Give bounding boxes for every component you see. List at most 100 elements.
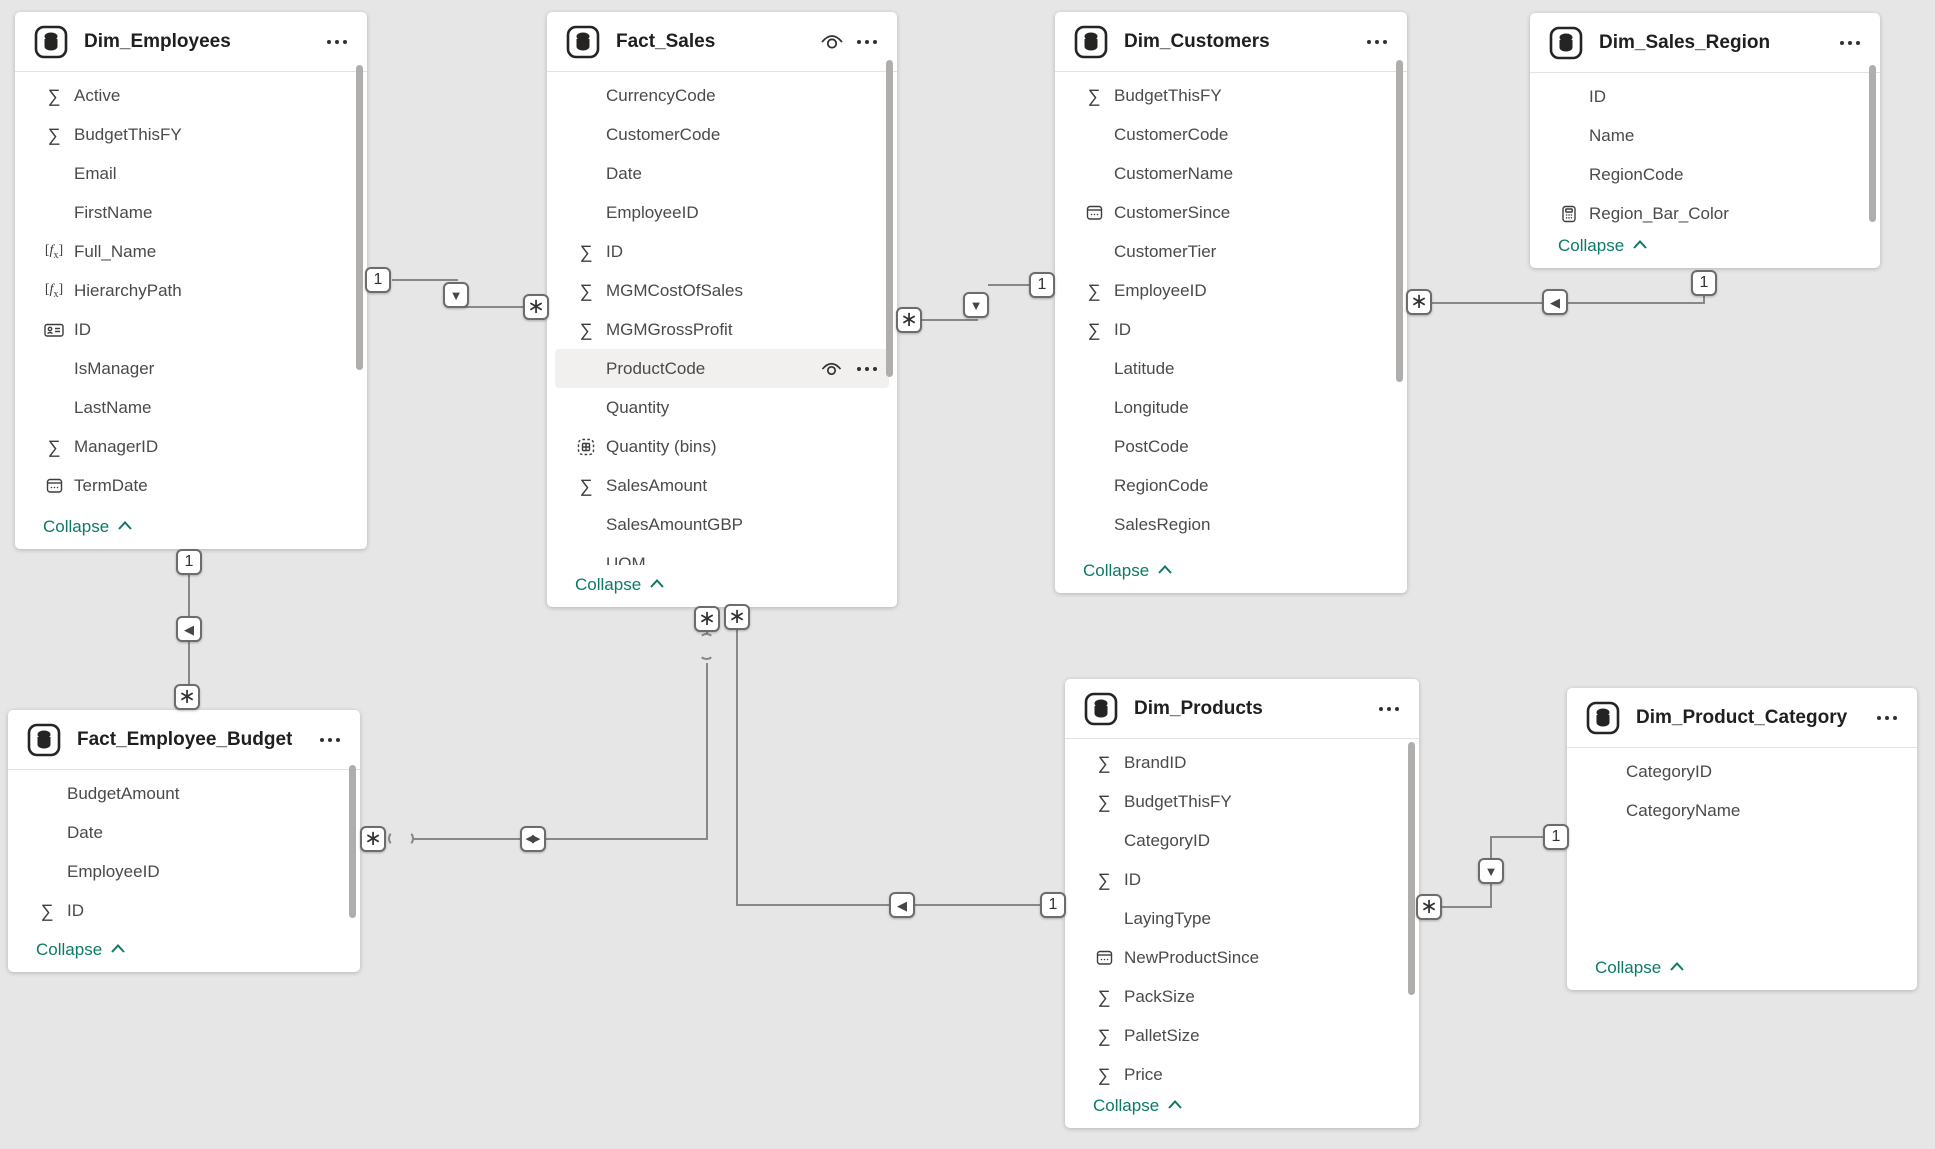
field-row[interactable]: RegionCode xyxy=(1530,155,1880,194)
table-header[interactable]: Dim_Customers xyxy=(1055,12,1407,72)
field-row[interactable]: ∑BudgetThisFY xyxy=(15,115,367,154)
relationship-line[interactable] xyxy=(413,838,708,840)
field-row[interactable]: ∑ID xyxy=(547,232,897,271)
field-row[interactable]: IsManager xyxy=(15,349,367,388)
cardinality-one[interactable]: 1 xyxy=(365,267,391,293)
field-row[interactable]: ∑ID xyxy=(1065,860,1419,899)
scrollbar-thumb[interactable] xyxy=(349,765,356,918)
cardinality-one[interactable]: 1 xyxy=(1543,824,1569,850)
table-card-dim-customers[interactable]: Dim_Customers ∑BudgetThisFYCustomerCodeC… xyxy=(1055,12,1407,593)
collapse-link[interactable]: Collapse xyxy=(1093,1092,1183,1120)
field-row[interactable]: Name xyxy=(1530,116,1880,155)
table-card-fact-sales[interactable]: Fact_Sales CurrencyCodeCustomerCodeDateE… xyxy=(547,12,897,607)
field-row[interactable]: CategoryID xyxy=(1065,821,1419,860)
scrollbar-thumb[interactable] xyxy=(886,60,893,377)
filter-direction-arrow[interactable]: ◀ xyxy=(889,892,915,918)
field-row[interactable]: LastName xyxy=(15,388,367,427)
cardinality-many[interactable]: ∗ xyxy=(174,684,200,710)
cardinality-many[interactable]: ∗ xyxy=(360,826,386,852)
field-row[interactable]: BudgetAmount xyxy=(8,774,360,813)
relationship-line[interactable] xyxy=(921,319,978,321)
cardinality-many[interactable]: ∗ xyxy=(724,604,750,630)
hidden-eye-icon[interactable] xyxy=(815,33,849,51)
field-row[interactable]: CurrencyCode xyxy=(547,76,897,115)
field-row[interactable]: ∑EmployeeID xyxy=(1055,271,1407,310)
field-row[interactable]: ∑BudgetThisFY xyxy=(1055,76,1407,115)
relationship-line[interactable] xyxy=(988,284,1030,286)
field-menu-icon[interactable] xyxy=(855,361,879,377)
table-menu-icon[interactable] xyxy=(318,732,342,748)
collapse-link[interactable]: Collapse xyxy=(43,513,133,541)
field-row[interactable]: ∑ID xyxy=(1055,310,1407,349)
field-row[interactable]: EmployeeID xyxy=(547,193,897,232)
field-row[interactable]: ∑ID xyxy=(8,891,360,930)
filter-direction-arrow[interactable]: ▼ xyxy=(963,292,989,318)
field-row[interactable]: CategoryID xyxy=(1567,752,1917,791)
field-row[interactable]: UOM xyxy=(547,544,897,565)
field-row[interactable]: ∑ManagerID xyxy=(15,427,367,466)
field-row[interactable]: PostCode xyxy=(1055,427,1407,466)
table-menu-icon[interactable] xyxy=(1377,701,1401,717)
field-row[interactable]: CustomerName xyxy=(1055,154,1407,193)
cardinality-many[interactable]: ∗ xyxy=(1416,894,1442,920)
cardinality-one[interactable]: 1 xyxy=(1029,272,1055,298)
collapse-link[interactable]: Collapse xyxy=(575,571,665,599)
cardinality-one[interactable]: 1 xyxy=(1691,270,1717,296)
table-menu-icon[interactable] xyxy=(855,34,879,50)
table-header[interactable]: Dim_Product_Category xyxy=(1567,688,1917,748)
table-header[interactable]: Fact_Employee_Budget xyxy=(8,710,360,770)
cardinality-one[interactable]: 1 xyxy=(176,549,202,575)
table-header[interactable]: Dim_Sales_Region xyxy=(1530,13,1880,73)
field-row[interactable]: TermDate xyxy=(15,466,367,505)
field-row[interactable]: RegionCode xyxy=(1055,466,1407,505)
field-row[interactable]: ProductCode xyxy=(555,349,889,388)
table-header[interactable]: Dim_Employees xyxy=(15,12,367,72)
filter-direction-arrow[interactable]: ◀ xyxy=(1542,289,1568,315)
field-row[interactable]: Longitude xyxy=(1055,388,1407,427)
field-row[interactable]: Quantity (bins) xyxy=(547,427,897,466)
table-card-fact-employee-budget[interactable]: Fact_Employee_Budget BudgetAmountDateEmp… xyxy=(8,710,360,972)
field-row[interactable]: SalesRegion xyxy=(1055,505,1407,544)
field-row[interactable]: CustomerSince xyxy=(1055,193,1407,232)
cardinality-many[interactable]: ∗ xyxy=(694,606,720,632)
collapse-link[interactable]: Collapse xyxy=(1595,954,1685,982)
field-row[interactable]: CustomerTier xyxy=(1055,232,1407,271)
collapse-link[interactable]: Collapse xyxy=(1558,232,1648,260)
field-row[interactable]: ID xyxy=(1530,77,1880,116)
field-row[interactable]: ∑MGMCostOfSales xyxy=(547,271,897,310)
field-row[interactable]: ID xyxy=(15,310,367,349)
table-header[interactable]: Dim_Products xyxy=(1065,679,1419,739)
relationship-line[interactable] xyxy=(392,279,458,281)
field-row[interactable]: [fx]HierarchyPath xyxy=(15,271,367,310)
relationship-line[interactable] xyxy=(706,663,708,840)
filter-direction-arrow[interactable]: ◀ xyxy=(176,616,202,642)
field-row[interactable]: [fx]Full_Name xyxy=(15,232,367,271)
field-row[interactable]: Region_Bar_Color xyxy=(1530,194,1880,232)
relationship-line[interactable] xyxy=(1490,836,1544,838)
field-row[interactable]: ∑Active xyxy=(15,76,367,115)
table-menu-icon[interactable] xyxy=(325,34,349,50)
cardinality-one[interactable]: 1 xyxy=(1040,892,1066,918)
scrollbar-thumb[interactable] xyxy=(356,65,363,370)
collapse-link[interactable]: Collapse xyxy=(36,936,126,964)
field-row[interactable]: EmployeeID xyxy=(8,852,360,891)
field-row[interactable]: ∑SalesAmount xyxy=(547,466,897,505)
field-row[interactable]: Latitude xyxy=(1055,349,1407,388)
field-row[interactable]: ∑PalletSize xyxy=(1065,1016,1419,1055)
hidden-eye-icon[interactable] xyxy=(820,361,843,377)
cardinality-many[interactable]: ∗ xyxy=(523,294,549,320)
table-menu-icon[interactable] xyxy=(1838,35,1862,51)
field-row[interactable]: CustomerCode xyxy=(1055,115,1407,154)
field-row[interactable]: Email xyxy=(15,154,367,193)
field-row[interactable]: ∑BrandID xyxy=(1065,743,1419,782)
field-row[interactable]: Date xyxy=(547,154,897,193)
table-card-dim-product-category[interactable]: Dim_Product_Category CategoryIDCategoryN… xyxy=(1567,688,1917,990)
collapse-link[interactable]: Collapse xyxy=(1083,557,1173,585)
field-row[interactable]: ∑PackSize xyxy=(1065,977,1419,1016)
field-row[interactable]: ∑MGMGrossProfit xyxy=(547,310,897,349)
filter-direction-arrow[interactable]: ▼ xyxy=(443,282,469,308)
filter-direction-arrow[interactable]: ▼ xyxy=(1478,858,1504,884)
field-row[interactable]: FirstName xyxy=(15,193,367,232)
relationship-line[interactable] xyxy=(1431,302,1705,304)
scrollbar-thumb[interactable] xyxy=(1396,60,1403,382)
